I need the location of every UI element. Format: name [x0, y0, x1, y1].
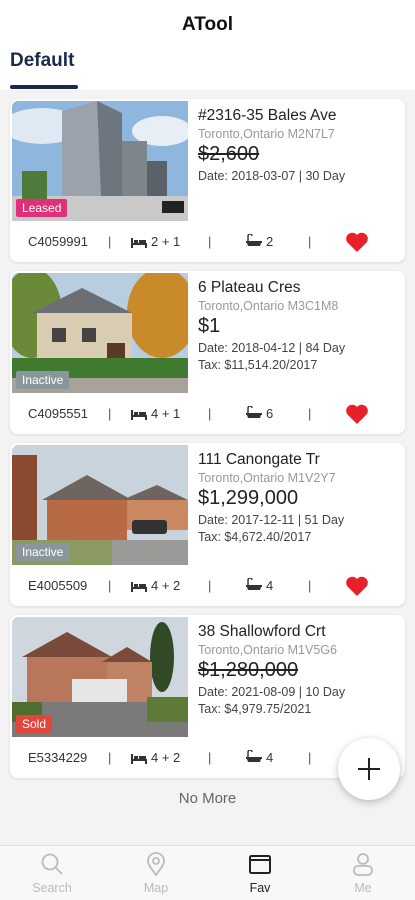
divider: | — [108, 406, 112, 421]
bedrooms: 4 + 1 — [130, 406, 180, 421]
listing-address: #2316-35 Bales Ave — [198, 107, 337, 124]
add-button[interactable] — [338, 738, 400, 800]
nav-label: Me — [354, 881, 372, 895]
listing-price: $1,299,000 — [198, 487, 299, 509]
nav-label: Search — [32, 881, 72, 895]
app-title: ATool — [182, 14, 233, 35]
tab-default[interactable]: Default — [10, 50, 74, 72]
bed-icon — [131, 410, 147, 420]
listing-card[interactable]: Inactive 6 Plateau Cres Toronto,Ontario … — [10, 271, 405, 434]
listing-date: Date: 2018-03-07 | 30 Day — [198, 169, 346, 183]
listing-date: Date: 2017-12-11 | 51 Day — [198, 513, 345, 527]
nav-me[interactable]: Me — [311, 852, 415, 895]
divider: | — [108, 578, 112, 593]
bedrooms: 4 + 2 — [130, 750, 180, 765]
bathrooms: 6 — [245, 406, 273, 421]
divider: | — [108, 750, 112, 765]
tab-bar: Default — [0, 50, 415, 90]
divider: | — [308, 406, 312, 421]
listing-address: 6 Plateau Cres — [198, 279, 301, 296]
bathtub-icon — [246, 750, 262, 762]
status-badge: Leased — [16, 199, 68, 217]
divider: | — [208, 406, 212, 421]
listing-price: $1 — [198, 315, 221, 337]
favorite-heart-icon[interactable] — [345, 403, 369, 425]
status-badge: Inactive — [16, 371, 70, 389]
divider: | — [208, 578, 212, 593]
bedroom-count: 4 + 2 — [151, 578, 181, 593]
bed-icon — [131, 582, 147, 592]
status-badge: Sold — [16, 715, 53, 733]
bedroom-count: 4 + 2 — [151, 750, 181, 765]
listing-city: Toronto,Ontario M2N7L7 — [198, 127, 335, 141]
listing-photo[interactable]: Leased — [12, 101, 188, 221]
listing-address: 111 Canongate Tr — [198, 451, 320, 468]
listing-price: $1,280,000 — [198, 659, 299, 681]
listing-photo[interactable]: Sold — [12, 617, 188, 737]
folder-icon — [249, 855, 271, 874]
divider: | — [208, 234, 212, 249]
listing-city: Toronto,Ontario M1V5G6 — [198, 643, 337, 657]
map-pin-icon — [147, 852, 165, 877]
bathrooms: 4 — [245, 578, 273, 593]
listing-tax: Tax: $4,672.40/2017 — [198, 530, 312, 544]
tab-indicator — [10, 85, 78, 89]
listing-date: Date: 2021-08-09 | 10 Day — [198, 685, 346, 699]
bottom-nav: Search Map Fav Me — [0, 845, 415, 900]
bedroom-count: 4 + 1 — [151, 406, 181, 421]
nav-label: Fav — [249, 881, 271, 895]
listing-city: Toronto,Ontario M3C1M8 — [198, 299, 339, 313]
bathtub-icon — [246, 578, 262, 590]
bed-icon — [131, 238, 147, 248]
listing-address: 38 Shallowford Crt — [198, 623, 326, 640]
nav-map[interactable]: Map — [104, 852, 208, 895]
nav-search[interactable]: Search — [0, 852, 104, 895]
listing-city: Toronto,Ontario M1V2Y7 — [198, 471, 336, 485]
listing-price: $2,600 — [198, 143, 260, 165]
status-badge: Inactive — [16, 543, 70, 561]
divider: | — [308, 750, 312, 765]
user-icon — [353, 853, 373, 876]
listing-tax: Tax: $11,514.20/2017 — [198, 358, 318, 372]
listing-photo[interactable]: Inactive — [12, 445, 188, 565]
bedrooms: 2 + 1 — [130, 234, 180, 249]
mls-number: C4059991 — [28, 234, 88, 249]
bathroom-count: 4 — [266, 578, 274, 593]
divider: | — [308, 578, 312, 593]
search-icon — [41, 853, 63, 875]
bedrooms: 4 + 2 — [130, 578, 180, 593]
divider: | — [108, 234, 112, 249]
divider: | — [308, 234, 312, 249]
bathrooms: 2 — [245, 234, 273, 249]
divider: | — [208, 750, 212, 765]
listing-date: Date: 2018-04-12 | 84 Day — [198, 341, 346, 355]
bathroom-count: 4 — [266, 750, 274, 765]
app-header: ATool — [0, 0, 415, 50]
nav-label: Map — [143, 881, 169, 895]
bathroom-count: 6 — [266, 406, 274, 421]
favorite-heart-icon[interactable] — [345, 575, 369, 597]
bedroom-count: 2 + 1 — [151, 234, 181, 249]
bathtub-icon — [246, 234, 262, 246]
listing-card[interactable]: Inactive 111 Canongate Tr Toronto,Ontari… — [10, 443, 405, 606]
nav-fav[interactable]: Fav — [208, 852, 312, 895]
favorite-heart-icon[interactable] — [345, 231, 369, 253]
bed-icon — [131, 754, 147, 764]
listing-tax: Tax: $4,979.75/2021 — [198, 702, 312, 716]
bathrooms: 4 — [245, 750, 273, 765]
bathroom-count: 2 — [266, 234, 274, 249]
mls-number: E5334229 — [28, 750, 88, 765]
listing-photo[interactable]: Inactive — [12, 273, 188, 393]
listing-card[interactable]: Leased #2316-35 Bales Ave Toronto,Ontari… — [10, 99, 405, 262]
mls-number: C4095551 — [28, 406, 88, 421]
bathtub-icon — [246, 406, 262, 418]
mls-number: E4005509 — [28, 578, 88, 593]
plus-icon — [358, 758, 380, 780]
